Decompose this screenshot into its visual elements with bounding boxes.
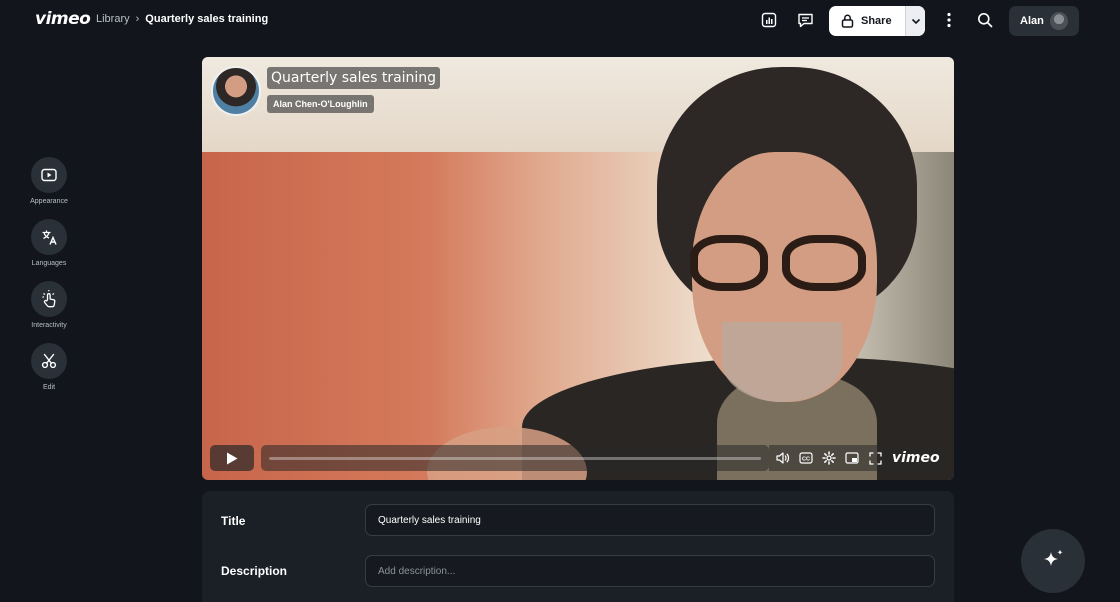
- share-label: Share: [861, 15, 892, 27]
- video-overlay-title[interactable]: Quarterly sales training: [267, 67, 441, 89]
- captions-button[interactable]: CC: [798, 450, 814, 466]
- tap-hand-icon: [42, 290, 55, 308]
- sidebar-item-appearance[interactable]: Appearance: [0, 157, 98, 205]
- sidebar-button-interactivity[interactable]: [31, 281, 67, 317]
- share-options-button[interactable]: [905, 6, 925, 36]
- scissors-icon: [41, 353, 57, 369]
- player-controls: CC vimeo: [210, 445, 946, 471]
- lock-icon: [841, 14, 854, 28]
- comments-button[interactable]: [795, 10, 815, 30]
- analytics-button[interactable]: [759, 10, 779, 30]
- breadcrumb: Library › Quarterly sales training: [96, 13, 268, 25]
- breadcrumb-separator: ›: [135, 13, 140, 25]
- title-label: Title: [221, 514, 246, 528]
- breadcrumb-current: Quarterly sales training: [145, 13, 269, 25]
- sidebar-item-label: Appearance: [30, 198, 68, 205]
- video-frame-glasses-left: [690, 235, 768, 291]
- sidebar-button-languages[interactable]: [31, 219, 67, 255]
- user-menu-button[interactable]: Alan: [1009, 6, 1079, 36]
- player-controls-right: CC vimeo: [769, 445, 945, 471]
- title-input[interactable]: Quarterly sales training: [365, 504, 935, 536]
- chevron-down-icon: [911, 18, 920, 24]
- vimeo-logo[interactable]: vimeo: [35, 9, 91, 29]
- share-button[interactable]: Share: [829, 6, 925, 36]
- volume-button[interactable]: [775, 450, 791, 466]
- video-frame-subject-beard: [722, 322, 842, 402]
- video-details-form: Title Quarterly sales training Descripti…: [202, 491, 954, 602]
- video-player[interactable]: Quarterly sales training Alan Chen-O'Lou…: [202, 57, 954, 480]
- fullscreen-button[interactable]: [867, 450, 883, 466]
- gear-icon: [822, 451, 836, 465]
- creator-avatar[interactable]: [211, 66, 261, 116]
- volume-icon: [776, 452, 790, 464]
- settings-button[interactable]: [821, 450, 837, 466]
- more-options-button[interactable]: [939, 10, 959, 30]
- breadcrumb-library-link[interactable]: Library: [96, 13, 130, 25]
- video-frame-glasses-right: [782, 235, 866, 291]
- sidebar-item-label: Edit: [42, 384, 56, 391]
- description-label: Description: [221, 564, 288, 578]
- sidebar-button-appearance[interactable]: [31, 157, 67, 193]
- video-overlay-texts: Quarterly sales training Alan Chen-O'Lou…: [267, 66, 441, 116]
- video-title-overlay: Quarterly sales training Alan Chen-O'Lou…: [211, 66, 441, 116]
- sparkle-icon: [1044, 549, 1063, 566]
- fullscreen-icon: [868, 451, 882, 465]
- vimeo-player-logo[interactable]: vimeo: [892, 450, 940, 466]
- play-button[interactable]: [210, 445, 254, 471]
- closed-captions-icon: CC: [799, 452, 813, 464]
- sidebar-button-edit[interactable]: [31, 343, 67, 379]
- svg-text:CC: CC: [802, 456, 810, 462]
- description-input[interactable]: Add description...: [365, 555, 935, 587]
- video-overlay-author[interactable]: Alan Chen-O'Loughlin: [267, 95, 374, 113]
- sidebar-item-edit[interactable]: Edit: [0, 343, 98, 391]
- play-icon: [227, 452, 238, 464]
- ai-assistant-button[interactable]: [1021, 529, 1085, 593]
- more-vertical-icon: [947, 12, 951, 28]
- search-icon: [978, 13, 993, 28]
- picture-in-picture-icon: [845, 452, 859, 464]
- comment-icon: [797, 13, 813, 28]
- user-name: Alan: [1020, 15, 1044, 27]
- avatar: [1049, 12, 1068, 30]
- play-box-icon: [41, 168, 57, 182]
- sidebar-item-label: Interactivity: [31, 322, 67, 329]
- sidebar-item-interactivity[interactable]: Interactivity: [0, 281, 98, 329]
- sidebar-item-label: Languages: [31, 260, 67, 267]
- sidebar-item-languages[interactable]: Languages: [0, 219, 98, 267]
- progress-track[interactable]: [269, 456, 761, 460]
- picture-in-picture-button[interactable]: [844, 450, 860, 466]
- translate-icon: [42, 230, 57, 245]
- bar-chart-icon: [761, 12, 777, 28]
- progress-bar[interactable]: [261, 445, 769, 471]
- search-button[interactable]: [975, 10, 995, 30]
- top-bar: vimeo Library › Quarterly sales training…: [0, 0, 1120, 40]
- share-main-button[interactable]: Share: [829, 6, 905, 36]
